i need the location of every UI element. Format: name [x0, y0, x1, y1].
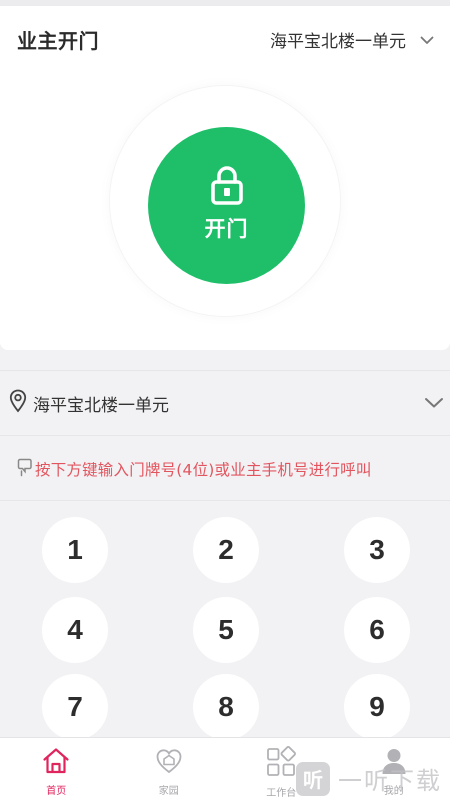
location-label: 海平宝北楼一单元	[33, 395, 169, 416]
bottom-tab-bar: 首页 家园 工作台 我的 听 一听下载	[0, 737, 450, 800]
chevron-down-icon	[420, 30, 434, 49]
keypad: 1 2 3 4 5 6 7 8 9	[0, 501, 450, 737]
key-9[interactable]: 9	[344, 674, 410, 737]
tab-workbench-label: 工作台	[266, 788, 297, 799]
key-7[interactable]: 7	[42, 674, 108, 737]
key-2[interactable]: 2	[193, 517, 259, 583]
building-selector[interactable]: 海平宝北楼一单元	[270, 27, 434, 52]
open-door-label: 开门	[204, 216, 249, 241]
tab-home[interactable]: 首页	[0, 738, 113, 800]
watermark: 听 一听下载	[296, 761, 442, 796]
watermark-text: 一听下载	[338, 767, 442, 795]
community-icon	[154, 746, 184, 780]
call-hint: 按下方键输入门牌号(4位)或业主手机号进行呼叫	[0, 437, 450, 501]
lock-icon	[210, 165, 244, 209]
tab-home-label: 首页	[46, 786, 67, 797]
key-6[interactable]: 6	[344, 597, 410, 663]
home-icon	[41, 746, 71, 780]
key-8[interactable]: 8	[193, 674, 259, 737]
key-4[interactable]: 4	[42, 597, 108, 663]
location-pin-icon	[9, 389, 27, 417]
speaker-icon	[17, 457, 33, 481]
open-door-button[interactable]: 开门	[148, 127, 305, 284]
location-selector[interactable]: 海平宝北楼一单元	[0, 370, 450, 436]
app-header: 业主开门 海平宝北楼一单元	[0, 6, 450, 72]
key-5[interactable]: 5	[193, 597, 259, 663]
key-3[interactable]: 3	[344, 517, 410, 583]
hint-text: 按下方键输入门牌号(4位)或业主手机号进行呼叫	[35, 460, 372, 479]
page-title: 业主开门	[17, 28, 99, 53]
workbench-icon	[265, 746, 297, 782]
tab-community[interactable]: 家园	[113, 738, 226, 800]
key-1[interactable]: 1	[42, 517, 108, 583]
tab-community-label: 家园	[158, 786, 179, 797]
building-selector-label: 海平宝北楼一单元	[270, 31, 406, 52]
door-panel: 开门	[0, 72, 450, 350]
watermark-logo: 听	[296, 761, 330, 796]
chevron-down-icon	[424, 394, 444, 413]
